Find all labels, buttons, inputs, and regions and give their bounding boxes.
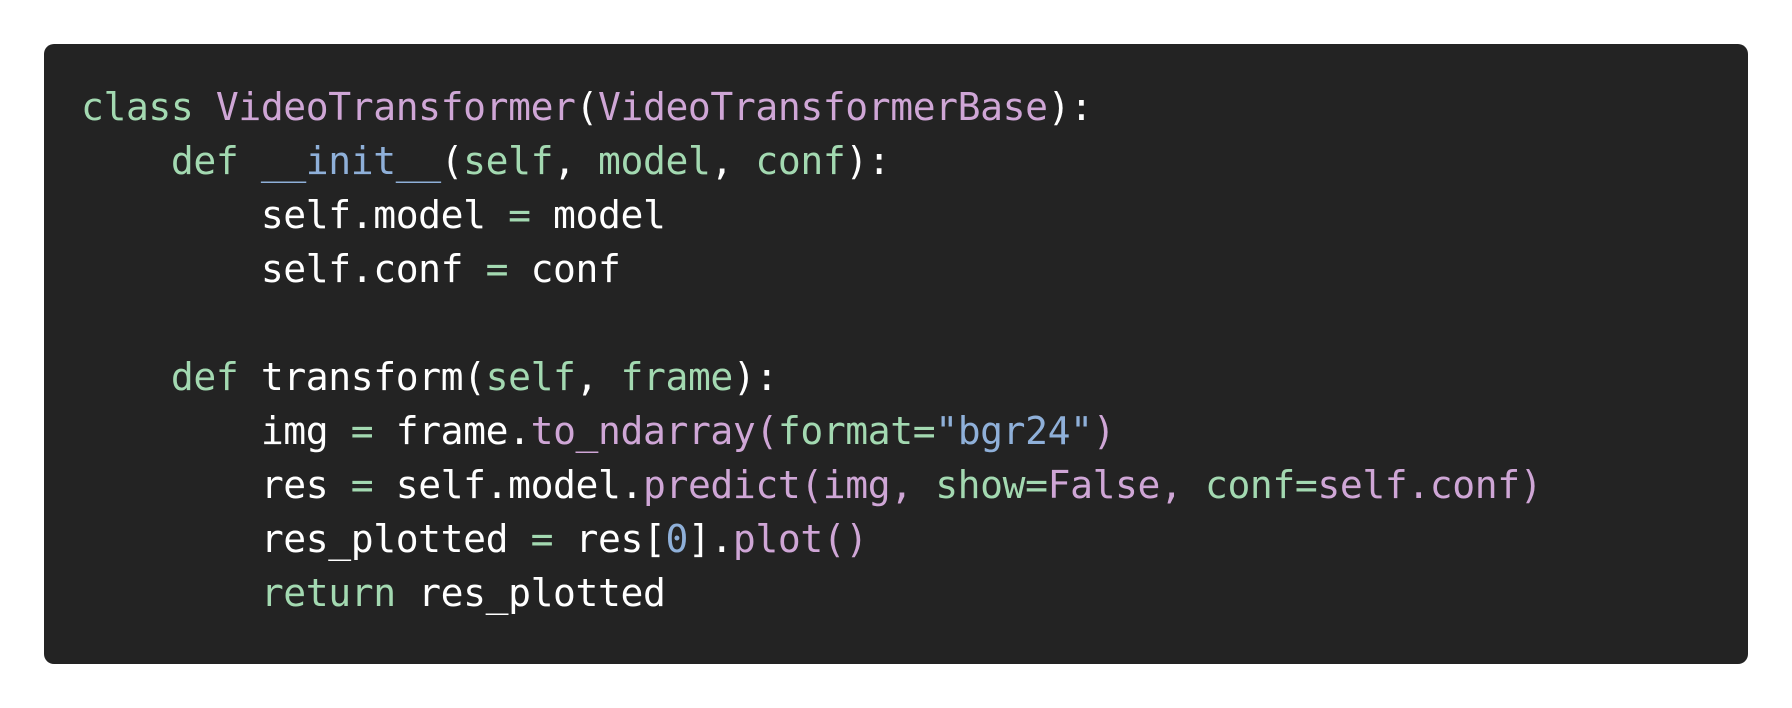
code-token: "bgr24": [935, 409, 1093, 453]
code-line: res = self.model.predict(img, show=False…: [81, 458, 1748, 512]
code-token: ):: [1047, 85, 1093, 129]
code-token: =: [1025, 463, 1048, 507]
code-token: ,: [575, 355, 621, 399]
code-token: res_plotted: [81, 517, 531, 561]
code-token: transform(: [260, 355, 486, 399]
code-token: ,: [553, 139, 599, 183]
code-token: show: [935, 463, 1026, 507]
code-token: res: [81, 463, 351, 507]
code-token: self.model: [81, 193, 509, 237]
code-token: conf: [1204, 463, 1295, 507]
code-line: return res_plotted: [81, 566, 1748, 620]
code-token: self.conf: [81, 247, 486, 291]
code-token: frame.: [373, 409, 531, 453]
code-line: res_plotted = res[0].plot(): [81, 512, 1748, 566]
code-token: model: [598, 139, 711, 183]
code-line: self.conf = conf: [81, 242, 1748, 296]
code-token: res_plotted: [395, 571, 666, 615]
code-token: def: [170, 139, 261, 183]
code-line: class VideoTransformer(VideoTransformerB…: [81, 80, 1748, 134]
code-token: ,: [710, 139, 756, 183]
code-token: ): [1092, 409, 1116, 453]
code-token: =: [350, 409, 374, 453]
code-content: class VideoTransformer(VideoTransformerB…: [81, 80, 1748, 620]
code-line: self.model = model: [81, 188, 1748, 242]
code-line: def __init__(self, model, conf):: [81, 134, 1748, 188]
code-token: self.conf): [1317, 463, 1543, 507]
code-token: 0: [665, 517, 688, 561]
code-token: =: [350, 463, 374, 507]
code-token: ].: [687, 517, 733, 561]
code-line: img = frame.to_ndarray(format="bgr24"): [81, 404, 1748, 458]
code-token: frame: [620, 355, 734, 399]
code-token: to_ndarray(: [530, 409, 779, 453]
code-token: conf: [508, 247, 621, 291]
code-token: return: [260, 571, 396, 615]
code-block: class VideoTransformer(VideoTransformerB…: [44, 44, 1748, 664]
code-token: VideoTransformerBase: [598, 85, 1048, 129]
code-token: =: [508, 193, 531, 237]
code-token: res[: [553, 517, 666, 561]
code-token: =: [1294, 463, 1318, 507]
code-token: predict(img,: [642, 463, 936, 507]
code-token: self.model.: [373, 463, 644, 507]
code-token: False,: [1047, 463, 1205, 507]
code-token: (: [575, 85, 599, 129]
code-token: (: [440, 139, 464, 183]
code-token: plot(): [732, 517, 868, 561]
code-line: ​: [81, 296, 1748, 350]
code-token: format: [777, 409, 913, 453]
code-token: img: [81, 409, 351, 453]
code-token: __init__: [260, 139, 441, 183]
code-token: ):: [845, 139, 891, 183]
code-token: =: [530, 517, 554, 561]
code-token: VideoTransformer: [215, 85, 576, 129]
code-token: ):: [732, 355, 778, 399]
code-token: model: [530, 193, 666, 237]
code-token: =: [912, 409, 936, 453]
code-token: =: [485, 247, 509, 291]
code-token: self: [463, 139, 554, 183]
code-line: def transform(self, frame):: [81, 350, 1748, 404]
code-token: def: [170, 355, 261, 399]
code-token: conf: [755, 139, 846, 183]
code-token: self: [485, 355, 576, 399]
code-token: class: [81, 85, 216, 129]
